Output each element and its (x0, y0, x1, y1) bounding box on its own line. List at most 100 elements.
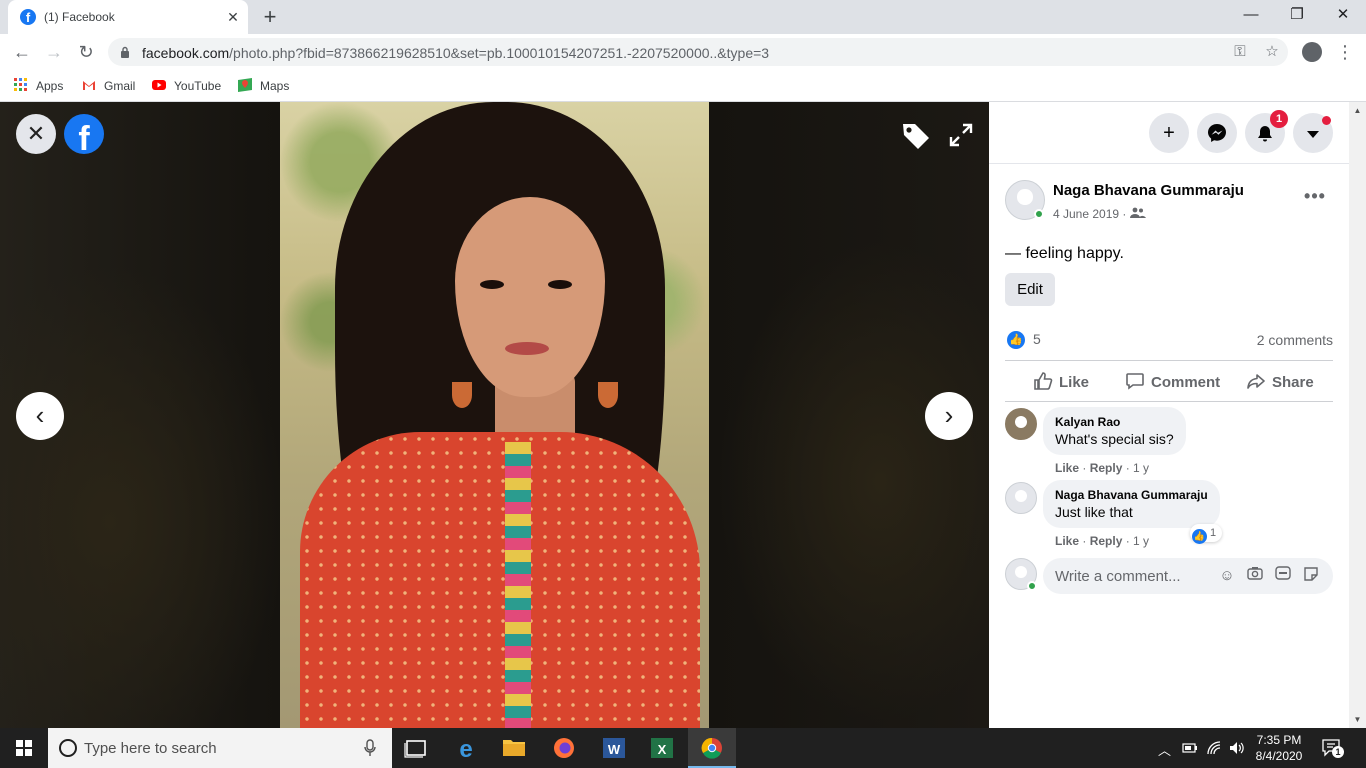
messenger-glyph (1208, 124, 1226, 142)
account-alert-dot (1322, 116, 1331, 125)
back-arrow-icon[interactable]: ← (10, 40, 34, 64)
like-button[interactable]: Like (1033, 370, 1089, 396)
taskbar-clock[interactable]: 7:35 PM 8/4/2020 (1244, 732, 1314, 764)
close-viewer-button[interactable]: ✕ (16, 114, 56, 154)
comment-text: What's special sis? (1055, 431, 1174, 447)
emoji-icon[interactable]: ☺ (1217, 566, 1237, 586)
reload-icon[interactable]: ↻ (74, 40, 98, 64)
volume-icon[interactable] (1228, 740, 1244, 756)
forward-arrow-icon[interactable]: → (42, 40, 66, 64)
comment-reply-link[interactable]: Reply (1090, 461, 1123, 475)
commenter-name[interactable]: Kalyan Rao (1055, 415, 1174, 429)
comment-input[interactable]: Write a comment... ☺ (1043, 558, 1333, 594)
panel-top-bar: + (989, 102, 1349, 164)
friends-audience-icon (1129, 207, 1146, 218)
sticker-glyph (1304, 567, 1318, 581)
next-photo-button[interactable]: › (925, 392, 973, 440)
commenter-name[interactable]: Naga Bhavana Gummaraju (1055, 488, 1208, 502)
gif-icon[interactable] (1273, 566, 1293, 586)
excel-icon[interactable]: X (638, 728, 686, 768)
photo-subject-eye (548, 280, 572, 289)
tag-icon[interactable] (900, 120, 932, 152)
scroll-down-arrow-icon[interactable]: ▼ (1349, 711, 1366, 728)
comment-age[interactable]: 1 y (1133, 461, 1149, 475)
taskbar-search-box[interactable]: Type here to search (48, 728, 392, 768)
sticker-icon[interactable] (1301, 566, 1321, 586)
create-plus-icon[interactable]: + (1149, 113, 1189, 153)
reaction-count[interactable]: 5 (1033, 331, 1041, 347)
address-bar[interactable]: facebook.com/photo.php?fbid=873866219628… (108, 38, 1288, 66)
file-explorer-icon[interactable] (490, 728, 538, 768)
minimize-button[interactable]: — (1228, 0, 1274, 30)
url-path: /photo.php?fbid=873866219628510&set=pb.1… (229, 45, 770, 61)
fullscreen-expand-icon[interactable] (948, 122, 974, 148)
firefox-icon[interactable] (540, 728, 588, 768)
notification-badge: 1 (1270, 110, 1288, 128)
facebook-logo-icon[interactable]: f (64, 114, 104, 154)
chrome-taskbar-button[interactable] (688, 728, 736, 768)
divider (1005, 360, 1333, 361)
like-reaction-icon[interactable]: 👍 (1007, 331, 1025, 349)
edge-browser-icon[interactable]: e (442, 728, 490, 768)
youtube-icon (152, 80, 166, 90)
comment-bubble: Naga Bhavana Gummaraju Just like that (1043, 480, 1220, 528)
bookmark-star-icon[interactable]: ☆ (1262, 42, 1282, 62)
restore-button[interactable]: ❐ (1274, 0, 1320, 30)
like-reaction-icon: 👍 (1192, 529, 1207, 544)
bookmark-label: Apps (36, 79, 64, 93)
url-host: facebook.com (142, 45, 230, 61)
post-options-more-icon[interactable]: ••• (1300, 186, 1330, 206)
wifi-icon[interactable] (1206, 740, 1222, 756)
page-scrollbar[interactable]: ▲ ▼ (1349, 102, 1366, 728)
bookmark-gmail[interactable]: Gmail (82, 77, 135, 95)
comment-count[interactable]: 2 comments (1200, 332, 1333, 348)
url-text[interactable]: facebook.com/photo.php?fbid=873866219628… (142, 45, 769, 61)
windows-start-icon[interactable] (0, 728, 48, 768)
action-center-icon[interactable]: 1 (1322, 738, 1344, 758)
post-date[interactable]: 4 June 2019 · (1053, 207, 1146, 221)
camera-icon[interactable] (1245, 566, 1265, 586)
photo-subject-dress-placket (505, 442, 531, 728)
comment-like-count[interactable]: 👍 1 (1190, 524, 1223, 544)
window-close-button[interactable]: ✕ (1320, 0, 1366, 30)
chrome-icon (701, 737, 722, 759)
profile-avatar-icon[interactable] (1302, 42, 1322, 62)
show-hidden-icons-icon[interactable]: ︿ (1158, 740, 1171, 759)
tab-strip: f (1) Facebook ✕ + — ❐ ✕ (0, 0, 1366, 34)
caret-down-glyph (1307, 131, 1319, 138)
battery-icon[interactable] (1182, 742, 1198, 754)
post-date-text: 4 June 2019 · (1053, 207, 1130, 221)
word-icon[interactable]: W (590, 728, 638, 768)
post-feeling-text: — feeling happy. (1005, 245, 1124, 262)
edit-button[interactable]: Edit (1005, 273, 1055, 306)
comment-reply-link[interactable]: Reply (1090, 534, 1123, 548)
clock-date: 8/4/2020 (1255, 749, 1303, 763)
comment-button[interactable]: Comment (1125, 370, 1220, 396)
task-view-icon[interactable] (392, 728, 440, 768)
photo[interactable] (280, 102, 709, 728)
browser-toolbar: ← → ↻ facebook.com/photo.php?fbid=873866… (0, 34, 1366, 70)
tab-facebook[interactable]: f (1) Facebook ✕ (8, 0, 248, 34)
bookmark-apps[interactable]: Apps (14, 77, 63, 95)
tab-close-icon[interactable]: ✕ (224, 8, 242, 26)
comment-like-link[interactable]: Like (1055, 534, 1079, 548)
divider (1005, 401, 1333, 402)
scroll-up-arrow-icon[interactable]: ▲ (1349, 102, 1366, 119)
comment-like-link[interactable]: Like (1055, 461, 1079, 475)
share-button[interactable]: Share (1246, 370, 1314, 396)
post-author-name[interactable]: Naga Bhavana Gummaraju (1053, 182, 1244, 199)
like-label: Like (1059, 374, 1090, 391)
notification-count-badge: 1 (1332, 746, 1344, 758)
commenter-avatar[interactable] (1005, 408, 1037, 440)
new-tab-button[interactable]: + (258, 5, 282, 29)
bookmark-maps[interactable]: Maps (238, 77, 289, 95)
chrome-menu-icon[interactable]: ⋮ (1336, 40, 1354, 64)
bookmark-youtube[interactable]: YouTube (152, 77, 221, 95)
previous-photo-button[interactable]: ‹ (16, 392, 64, 440)
bookmark-label: Gmail (104, 79, 136, 93)
microphone-icon[interactable] (364, 739, 376, 757)
key-icon[interactable]: ⚿ (1230, 42, 1250, 62)
messenger-icon[interactable] (1197, 113, 1237, 153)
commenter-avatar[interactable] (1005, 482, 1037, 514)
comment-age[interactable]: 1 y (1133, 534, 1149, 548)
